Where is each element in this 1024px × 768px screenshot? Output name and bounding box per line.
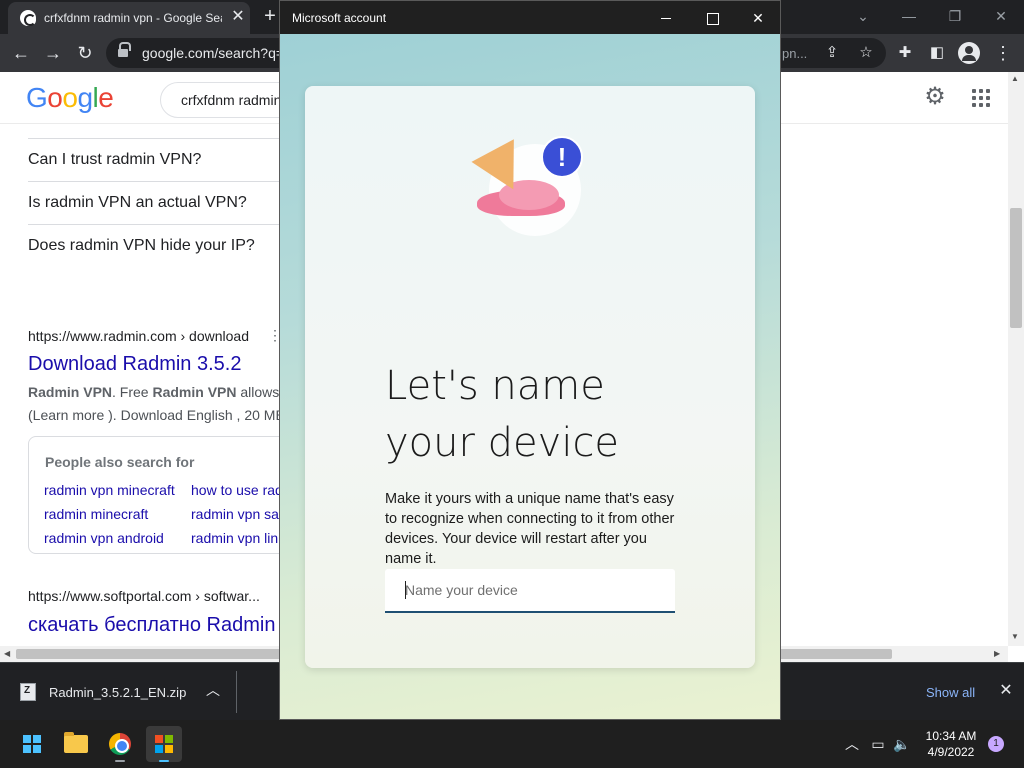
windows-logo-icon xyxy=(23,735,41,753)
setup-card: ! Let's name your device Make it yours w… xyxy=(305,86,755,668)
close-download-bar-icon[interactable]: ✕ xyxy=(996,681,1016,701)
download-divider xyxy=(236,671,237,713)
volume-icon[interactable]: 🔈 xyxy=(892,734,912,754)
related-search-link[interactable]: radmin minecraft xyxy=(44,506,148,522)
windows-taskbar: ︿ ▭ 🔈 10:34 AM 4/9/2022 1 xyxy=(0,720,1024,768)
microsoft-logo-icon xyxy=(155,735,173,753)
microsoft-store-button[interactable] xyxy=(146,726,182,762)
chevron-up-icon[interactable]: ︿ xyxy=(204,681,222,699)
file-explorer-button[interactable] xyxy=(58,726,94,762)
tab-title: crfxfdnm radmin vpn - Google Search xyxy=(44,11,222,25)
google-favicon-icon xyxy=(20,10,36,26)
google-logo[interactable]: Google xyxy=(26,82,114,114)
profile-avatar-icon[interactable] xyxy=(958,42,980,64)
network-icon[interactable]: ▭ xyxy=(868,734,888,754)
notification-badge[interactable]: 1 xyxy=(988,736,1004,752)
tab-search-icon[interactable]: ⌄ xyxy=(848,4,878,28)
text-cursor xyxy=(405,581,406,599)
side-panel-icon[interactable]: ◧ xyxy=(924,40,950,66)
people-also-search-title: People also search for xyxy=(45,454,195,470)
people-also-ask-item[interactable]: Is radmin VPN an actual VPN? xyxy=(28,181,280,224)
show-all-button[interactable]: Show all xyxy=(926,685,975,700)
related-search-link[interactable]: radmin vpn lin xyxy=(191,530,278,546)
clock-time: 10:34 AM xyxy=(925,729,977,743)
browser-menu-icon[interactable]: ⋮ xyxy=(990,40,1016,66)
google-apps-icon[interactable] xyxy=(972,89,990,107)
browser-tab[interactable]: crfxfdnm radmin vpn - Google Search ✕ xyxy=(8,2,250,34)
settings-gear-icon[interactable]: ⚙ xyxy=(922,84,948,110)
alert-exclamation-icon: ! xyxy=(541,136,583,178)
browser-minimize-icon[interactable]: — xyxy=(894,4,924,28)
reload-icon[interactable]: ↻ xyxy=(72,40,98,66)
dialog-title: Microsoft account xyxy=(292,11,387,25)
share-icon[interactable]: ⇪ xyxy=(820,41,844,65)
page-description: Make it yours with a unique name that's … xyxy=(385,491,675,567)
related-search-link[interactable]: how to use rad xyxy=(191,482,283,498)
running-indicator xyxy=(159,760,169,762)
people-also-ask-item[interactable]: Does radmin VPN hide your IP? xyxy=(28,224,280,267)
chrome-icon xyxy=(109,733,131,755)
scroll-down-icon[interactable]: ▼ xyxy=(1011,632,1019,641)
chrome-taskbar-button[interactable] xyxy=(102,726,138,762)
result-title-link[interactable]: Download Radmin 3.5.2 xyxy=(28,353,241,376)
page-heading: Let's name your device xyxy=(385,363,620,466)
related-search-link[interactable]: radmin vpn android xyxy=(44,530,164,546)
scroll-right-icon[interactable]: ▶ xyxy=(994,649,1000,658)
result-title-link[interactable]: скачать бесплатно Radmin xyxy=(28,614,275,637)
result-cite[interactable]: https://www.softportal.com › softwar... xyxy=(28,588,260,604)
scroll-up-icon[interactable]: ▲ xyxy=(1011,74,1019,83)
vertical-scroll-thumb[interactable] xyxy=(1010,208,1022,328)
lock-icon[interactable] xyxy=(118,42,131,58)
people-also-search-box: People also search for radmin vpn minecr… xyxy=(28,436,298,554)
zip-file-icon[interactable] xyxy=(20,683,36,701)
melted-ice-cream-illustration: ! xyxy=(471,134,595,244)
running-indicator xyxy=(115,760,125,762)
browser-close-icon[interactable]: ✕ xyxy=(986,4,1016,28)
start-button[interactable] xyxy=(14,726,50,762)
browser-restore-icon[interactable]: ❐ xyxy=(940,4,970,28)
folder-icon xyxy=(64,732,88,753)
bookmark-star-icon[interactable]: ☆ xyxy=(854,41,878,65)
related-search-link[interactable]: radmin vpn minecraft xyxy=(44,482,175,498)
result-snippet-line: (Learn more ). Download English , 20 MB xyxy=(28,407,285,423)
scroll-left-icon[interactable]: ◀ xyxy=(4,649,10,658)
related-search-link[interactable]: radmin vpn sa xyxy=(191,506,279,522)
extensions-icon[interactable]: ✚ xyxy=(892,40,918,66)
url-suggestion-tail: pn... xyxy=(782,46,808,61)
device-name-input[interactable] xyxy=(385,569,675,613)
people-also-ask-item[interactable]: Can I trust radmin VPN? xyxy=(28,138,280,181)
dialog-minimize-icon[interactable] xyxy=(646,5,686,31)
microsoft-account-dialog: Microsoft account ✕ ! Let's name your de… xyxy=(279,0,781,720)
dialog-title-bar[interactable]: Microsoft account ✕ xyxy=(280,1,780,34)
back-icon[interactable]: ← xyxy=(8,40,34,66)
result-cite[interactable]: https://www.radmin.com › download xyxy=(28,328,249,344)
system-clock[interactable]: 10:34 AM 4/9/2022 xyxy=(920,728,982,760)
page-vertical-scrollbar[interactable]: ▲ ▼ xyxy=(1008,72,1024,646)
close-tab-icon[interactable]: ✕ xyxy=(228,7,248,27)
clock-date: 4/9/2022 xyxy=(927,745,975,759)
download-file-name[interactable]: Radmin_3.5.2.1_EN.zip xyxy=(49,685,186,700)
result-snippet: Radmin VPN. Free Radmin VPN allows y xyxy=(28,384,291,400)
dialog-close-icon[interactable]: ✕ xyxy=(738,5,778,31)
dialog-maximize-icon[interactable] xyxy=(692,5,732,31)
forward-icon[interactable]: → xyxy=(40,40,66,66)
show-hidden-icons-chevron-icon[interactable]: ︿ xyxy=(842,734,862,754)
